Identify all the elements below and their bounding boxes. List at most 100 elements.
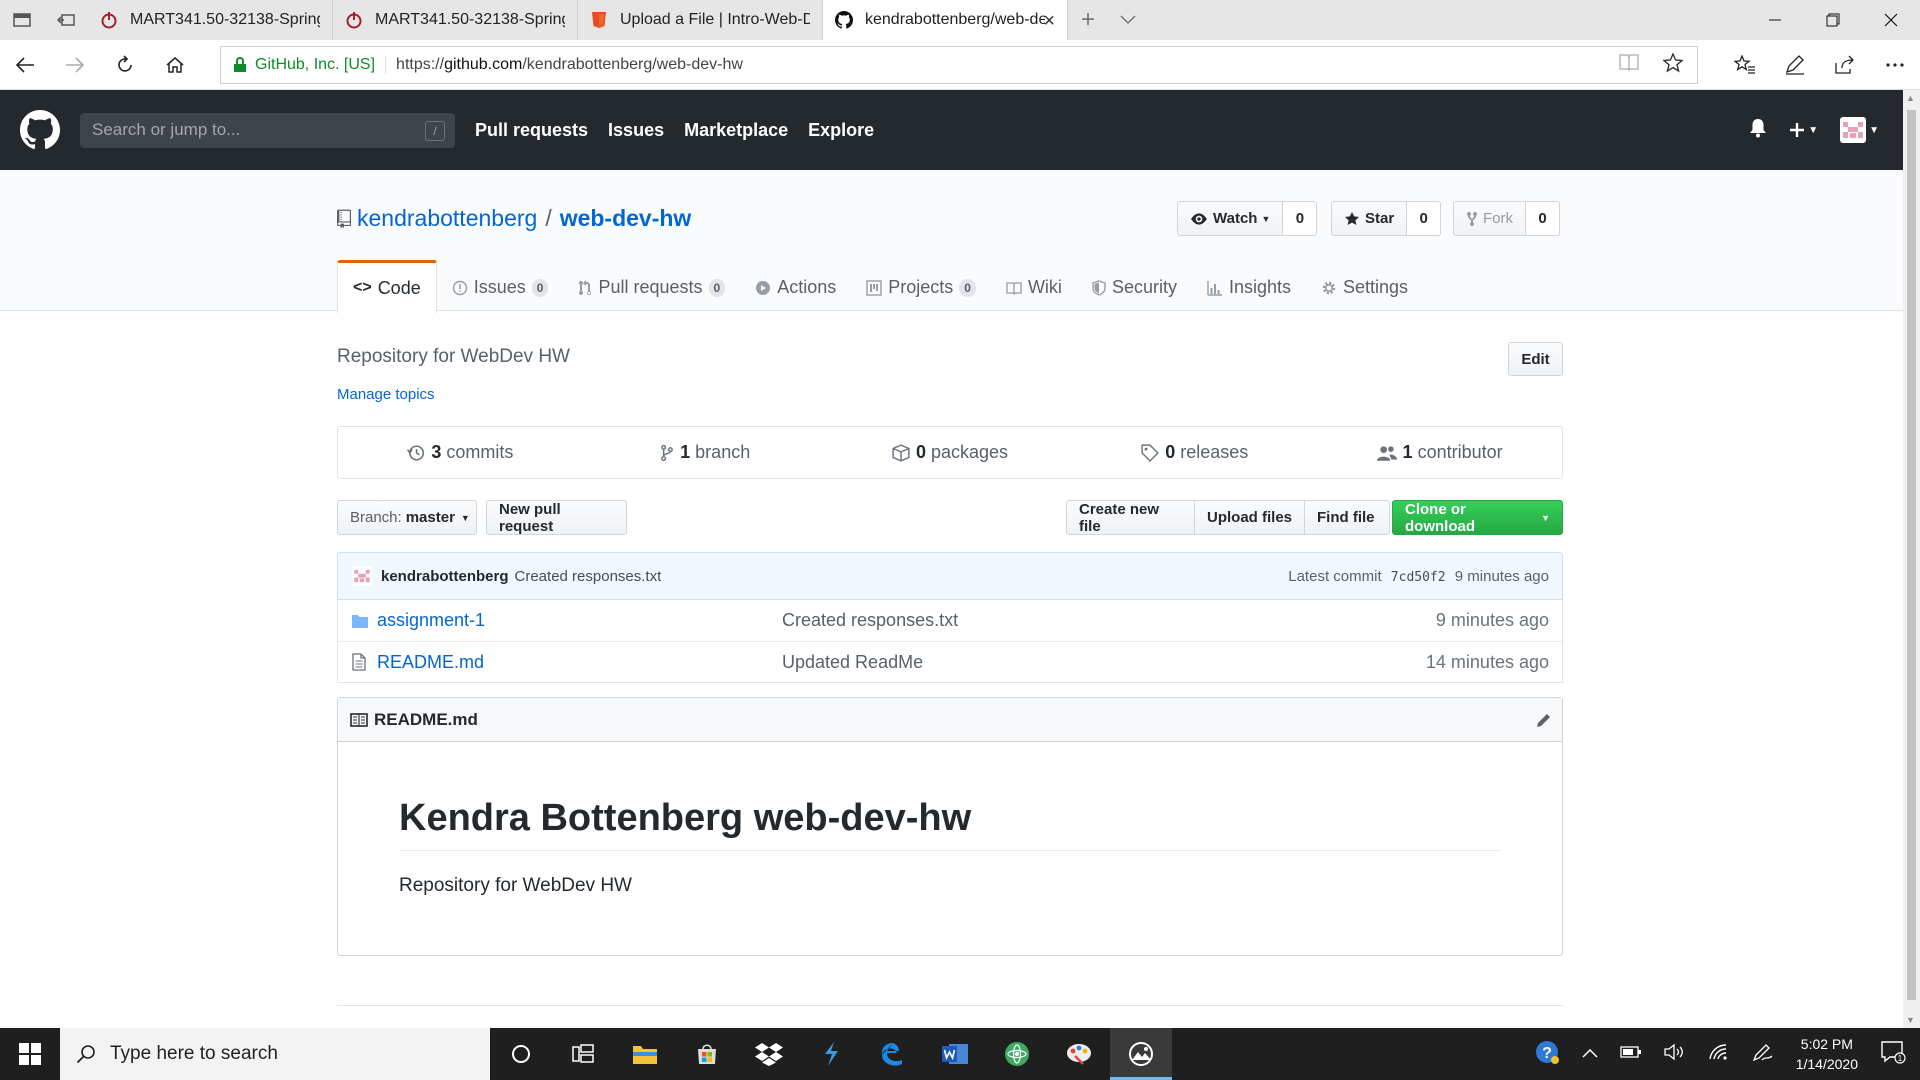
browser-tab[interactable]: Upload a File | Intro-Web-D [578, 0, 823, 40]
avatar[interactable] [352, 566, 372, 586]
store-icon[interactable] [676, 1028, 738, 1080]
file-name-link[interactable]: README.md [377, 652, 782, 673]
fork-count[interactable]: 0 [1526, 201, 1560, 236]
tab-wiki[interactable]: Wiki [991, 260, 1077, 312]
favorites-hub-icon[interactable] [1720, 40, 1770, 90]
url-field[interactable]: GitHub, Inc. [US] https://github.com/ken… [220, 46, 1698, 84]
home-icon[interactable] [150, 40, 200, 90]
set-aside-tabs-icon[interactable] [44, 0, 88, 40]
branch-label: branch [695, 442, 751, 462]
share-icon[interactable] [1820, 40, 1870, 90]
wifi-icon[interactable] [1708, 1043, 1730, 1066]
star-count[interactable]: 0 [1407, 201, 1442, 236]
tab-projects[interactable]: Projects 0 [851, 260, 991, 312]
favorite-star-icon[interactable] [1662, 51, 1684, 78]
fork-button[interactable]: Fork [1453, 201, 1526, 236]
visual-studio-icon[interactable] [800, 1028, 862, 1080]
commit-message-link[interactable]: Created responses.txt [515, 568, 662, 585]
branch-select-button[interactable]: Branch: master ▼ [337, 500, 477, 535]
volume-icon[interactable] [1664, 1043, 1686, 1066]
commits-link[interactable]: 3 commits [338, 427, 583, 478]
commit-sha-link[interactable]: 7cd50f2 [1391, 570, 1446, 585]
minimize-icon[interactable] [1746, 0, 1804, 40]
nav-pull-requests[interactable]: Pull requests [475, 120, 588, 141]
system-clock[interactable]: 5:02 PM 1/14/2020 [1796, 1034, 1858, 1074]
find-file-button[interactable]: Find file [1304, 500, 1390, 535]
photos-app-icon[interactable] [1110, 1028, 1172, 1080]
browser-tab-active[interactable]: kendrabottenberg/web-dev-hw × [823, 0, 1068, 40]
tab-code[interactable]: <> Code [337, 260, 437, 313]
releases-link[interactable]: 0 releases [1072, 427, 1317, 478]
create-new-dropdown[interactable]: ▼ [1789, 122, 1818, 138]
github-logo-icon[interactable] [20, 110, 60, 150]
file-navigation: Branch: master ▼ New pull request Create… [337, 500, 1563, 536]
watch-count[interactable]: 0 [1283, 201, 1318, 236]
tab-insights[interactable]: Insights [1192, 260, 1306, 312]
upload-files-button[interactable]: Upload files [1194, 500, 1305, 535]
manage-topics-link[interactable]: Manage topics [337, 386, 435, 403]
edit-description-button[interactable]: Edit [1508, 342, 1563, 376]
help-icon[interactable]: ? [1534, 1039, 1560, 1070]
new-tab-icon[interactable]: + [1068, 0, 1108, 40]
nav-explore[interactable]: Explore [808, 120, 874, 141]
page-scrollbar[interactable]: ▲ ▼ [1903, 90, 1920, 1028]
star-button[interactable]: Star [1331, 201, 1408, 236]
forward-icon[interactable] [50, 40, 100, 90]
close-window-icon[interactable] [1862, 0, 1920, 40]
refresh-icon[interactable] [100, 40, 150, 90]
packages-link[interactable]: 0 packages [828, 427, 1073, 478]
scroll-up-icon[interactable]: ▲ [1906, 93, 1915, 103]
cortana-icon[interactable] [490, 1028, 552, 1080]
file-commit-message[interactable]: Created responses.txt [782, 610, 958, 631]
user-menu-dropdown[interactable]: ▼ [1840, 117, 1879, 143]
windows-start-icon[interactable] [0, 1028, 60, 1080]
tab-actions[interactable]: Actions [740, 260, 851, 312]
create-new-file-button[interactable]: Create new file [1066, 500, 1195, 535]
file-name-link[interactable]: assignment-1 [377, 610, 782, 631]
pencil-icon[interactable] [1536, 712, 1552, 728]
pen-workspace-icon[interactable] [1752, 1042, 1774, 1067]
bell-icon[interactable] [1749, 118, 1767, 143]
atom-app-icon[interactable] [986, 1028, 1048, 1080]
chevron-up-icon[interactable] [1582, 1045, 1598, 1063]
repo-name-link[interactable]: web-dev-hw [560, 205, 692, 232]
scrollbar-thumb[interactable] [1907, 110, 1916, 1000]
battery-icon[interactable] [1620, 1045, 1642, 1064]
clone-or-download-button[interactable]: Clone or download ▼ [1392, 500, 1563, 535]
tab-security[interactable]: Security [1077, 260, 1192, 312]
tab-settings[interactable]: Settings [1306, 260, 1423, 312]
new-pull-request-button[interactable]: New pull request [486, 500, 627, 535]
tab-manager-icon[interactable] [0, 0, 44, 40]
contributors-link[interactable]: 1 contributor [1317, 427, 1562, 478]
word-icon[interactable] [924, 1028, 986, 1080]
browser-tab[interactable]: MART341.50-32138-Spring2 [88, 0, 333, 40]
taskbar-search-input[interactable]: Type here to search [60, 1028, 490, 1080]
site-identity-label[interactable]: GitHub, Inc. [US] [255, 56, 387, 74]
repo-owner-link[interactable]: kendrabottenberg [357, 205, 537, 232]
watch-button[interactable]: Watch ▼ [1177, 201, 1284, 236]
back-icon[interactable] [0, 40, 50, 90]
restore-icon[interactable] [1804, 0, 1862, 40]
nav-marketplace[interactable]: Marketplace [684, 120, 788, 141]
task-view-icon[interactable] [552, 1028, 614, 1080]
nav-issues[interactable]: Issues [608, 120, 664, 141]
more-icon[interactable] [1870, 40, 1920, 90]
paint-3d-icon[interactable] [1048, 1028, 1110, 1080]
dropbox-icon[interactable] [738, 1028, 800, 1080]
file-commit-message[interactable]: Updated ReadMe [782, 652, 923, 673]
file-explorer-icon[interactable] [614, 1028, 676, 1080]
pen-notes-icon[interactable] [1770, 40, 1820, 90]
notifications-icon[interactable]: 1 [1880, 1040, 1906, 1069]
caret-down-icon: ▼ [1808, 124, 1819, 136]
branch-link[interactable]: 1 branch [583, 427, 828, 478]
reading-view-icon[interactable] [1619, 53, 1639, 78]
scroll-down-icon[interactable]: ▼ [1906, 1015, 1915, 1025]
close-tab-icon[interactable]: × [1043, 10, 1055, 33]
commit-author-link[interactable]: kendrabottenberg [381, 568, 509, 585]
tab-issues[interactable]: Issues 0 [437, 260, 564, 312]
browser-tab[interactable]: MART341.50-32138-Spring2 [333, 0, 578, 40]
edge-browser-icon[interactable] [862, 1028, 924, 1080]
chevron-down-icon[interactable] [1108, 0, 1148, 40]
search-input[interactable]: Search or jump to... / [80, 112, 455, 148]
tab-pull-requests[interactable]: Pull requests 0 [563, 260, 740, 312]
